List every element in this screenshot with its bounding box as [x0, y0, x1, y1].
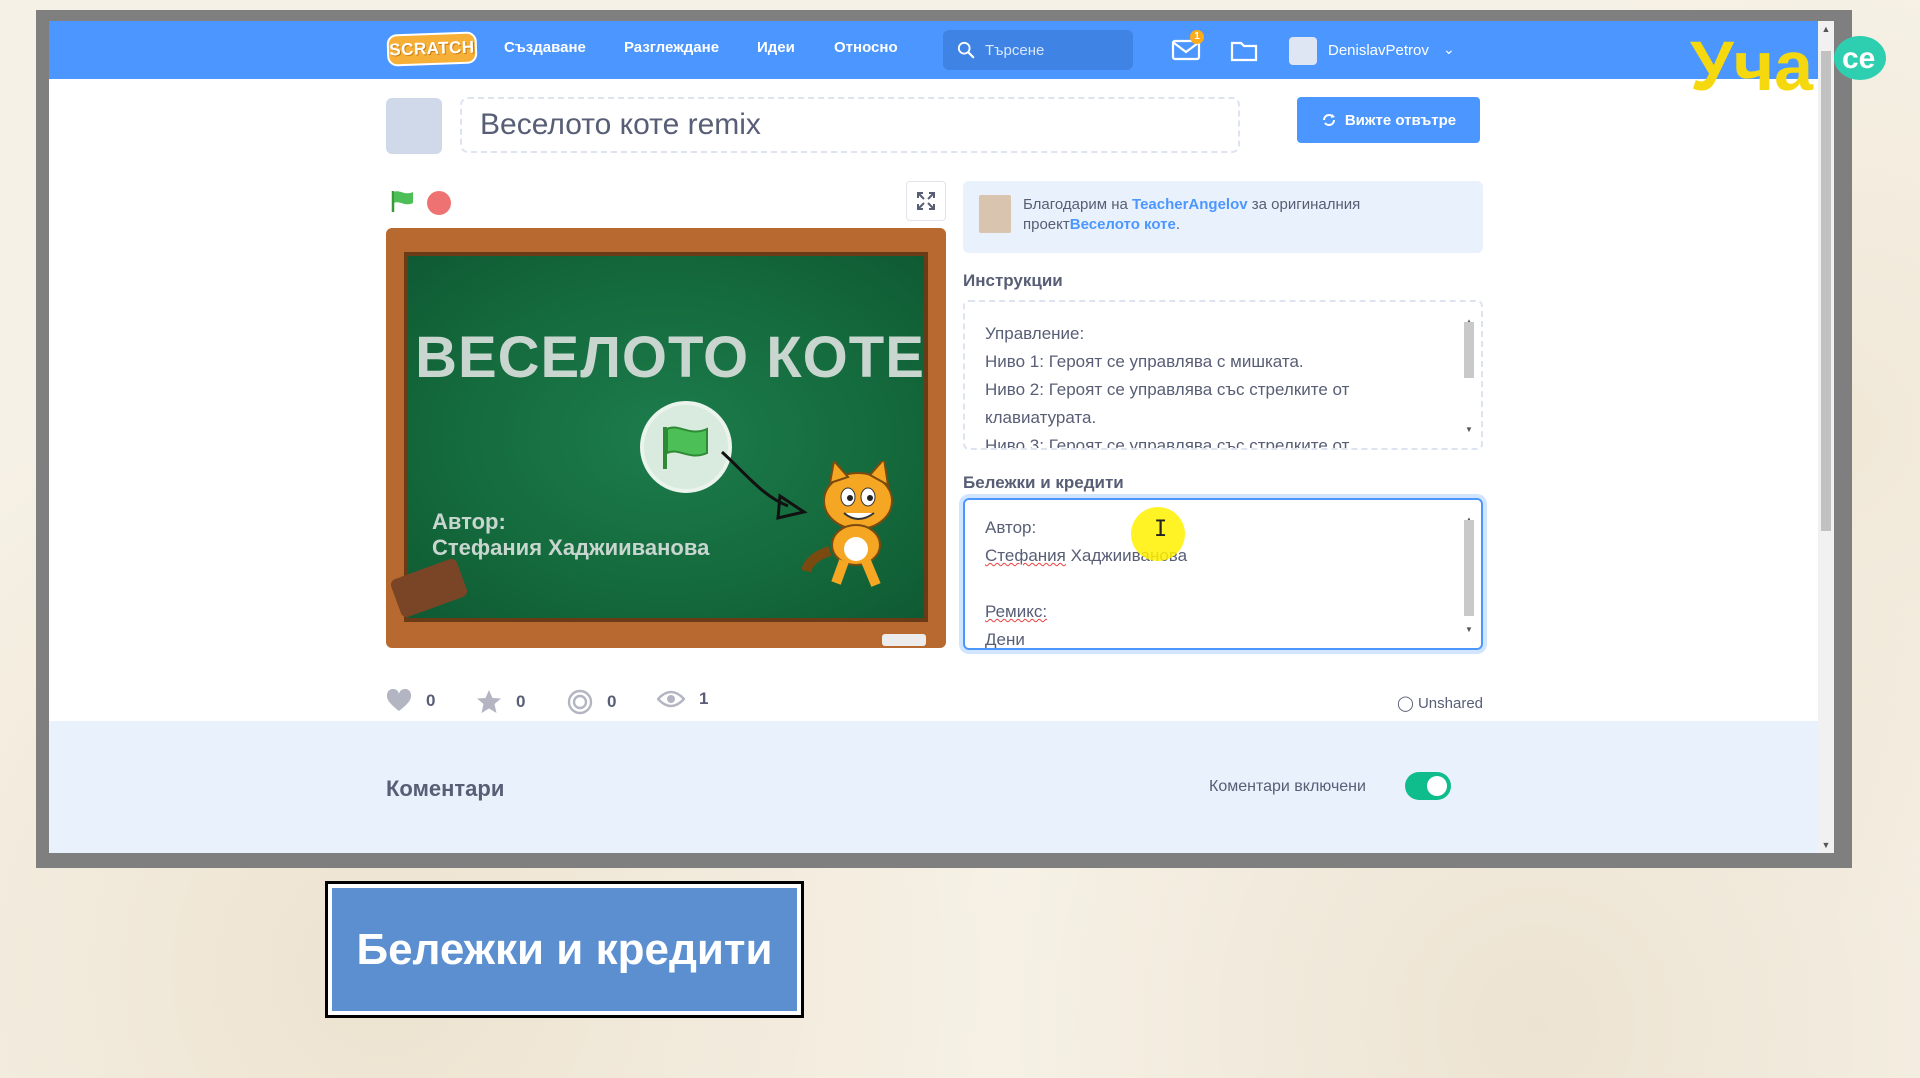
view-count: 1: [657, 689, 708, 709]
arrow-drawing: [720, 450, 808, 520]
spellcheck-word: Ремикс:: [985, 602, 1048, 621]
comments-toggle-label: Коментари включени: [1209, 778, 1366, 795]
see-inside-button[interactable]: Вижте отвътре: [1297, 97, 1480, 143]
search-icon: [957, 41, 975, 59]
comments-section: [49, 721, 1818, 853]
fullscreen-button[interactable]: [906, 181, 946, 221]
heart-icon: [386, 689, 412, 711]
favorite-count[interactable]: 0: [476, 689, 525, 715]
stop-icon[interactable]: [427, 191, 451, 215]
chalkboard: ВЕСЕЛОТО КОТЕ Автор: Стефания Хаджиивано…: [404, 252, 928, 646]
notes-credits-field[interactable]: Автор: Стефания Хаджииванова Ремикс: Ден…: [963, 498, 1483, 650]
comments-toggle[interactable]: [1405, 772, 1451, 800]
green-flag-icon: [663, 426, 708, 469]
share-status: ◯ Unshared: [1397, 695, 1484, 712]
nav-explore[interactable]: Разглеждане: [624, 39, 719, 56]
search-input[interactable]: [985, 41, 1125, 59]
comments-title: Коментари: [386, 776, 505, 801]
remix-credit-box: Благодарим на TeacherAngelov за оригинал…: [963, 181, 1483, 253]
chalk: [882, 634, 926, 646]
navbar: SCRATCH Създаване Разглеждане Идеи Относ…: [49, 21, 1818, 79]
user-avatar[interactable]: [1289, 37, 1317, 65]
nav-create[interactable]: Създаване: [504, 39, 586, 56]
caption-box: Бележки и кредити: [325, 881, 804, 1018]
search-bar[interactable]: [943, 30, 1133, 70]
project-stage[interactable]: ВЕСЕЛОТО КОТЕ Автор: Стефания Хаджиивано…: [386, 228, 946, 648]
svg-text:се: се: [1842, 42, 1875, 75]
notes-credits-label: Бележки и кредити: [963, 473, 1124, 492]
project-title-field[interactable]: Веселото коте remix: [460, 97, 1240, 153]
browser-viewport: SCRATCH Създаване Разглеждане Идеи Относ…: [49, 21, 1834, 853]
text-cursor-icon: I: [1154, 517, 1168, 542]
love-count[interactable]: 0: [386, 689, 435, 713]
original-author-avatar[interactable]: [979, 195, 1011, 233]
chevron-down-icon[interactable]: ⌄: [1443, 41, 1455, 58]
page-scrollbar[interactable]: ▲ ▼: [1818, 21, 1834, 853]
star-icon: [477, 690, 501, 713]
spellcheck-word: Стефания: [985, 546, 1066, 565]
scratch-cat-sprite: [801, 461, 893, 587]
board-title: ВЕСЕЛОТО КОТЕ: [415, 325, 925, 390]
svg-text:Уча: Уча: [1690, 27, 1814, 104]
original-project-link[interactable]: Веселото коте: [1070, 216, 1176, 233]
messages-badge: 1: [1190, 30, 1204, 44]
green-flag-icon[interactable]: [390, 189, 416, 213]
nav-about[interactable]: Относно: [834, 39, 898, 56]
remix-icon: [1322, 114, 1335, 126]
remix-count[interactable]: 0: [567, 689, 616, 715]
original-author-link[interactable]: TeacherAngelov: [1132, 196, 1248, 213]
nav-ideas[interactable]: Идеи: [757, 39, 795, 56]
fullscreen-icon: [917, 192, 935, 210]
instructions-label: Инструкции: [963, 271, 1063, 290]
board-author-label: Автор:: [432, 509, 506, 534]
notes-scrollbar[interactable]: ▲ ▼: [1463, 506, 1475, 644]
credit-text: Благодарим на TeacherAngelov за оригинал…: [1023, 196, 1361, 233]
ucha-se-logo: Уча се: [1690, 27, 1886, 104]
username[interactable]: DenislavPetrov: [1328, 42, 1429, 59]
my-stuff-folder-icon[interactable]: [1229, 35, 1259, 65]
instructions-field[interactable]: Управление: Ниво 1: Героят се управлява …: [963, 300, 1483, 450]
scratch-logo[interactable]: SCRATCH: [386, 31, 478, 67]
remix-spiral-icon: [567, 689, 593, 715]
board-author-name: Стефания Хаджииванова: [432, 535, 710, 560]
caption-text: Бележки и кредити: [328, 884, 801, 1015]
project-owner-avatar[interactable]: [386, 98, 442, 154]
instructions-scrollbar[interactable]: ▲ ▼: [1463, 308, 1475, 444]
see-inside-label: Вижте отвътре: [1344, 111, 1457, 129]
eye-icon: [657, 690, 685, 708]
